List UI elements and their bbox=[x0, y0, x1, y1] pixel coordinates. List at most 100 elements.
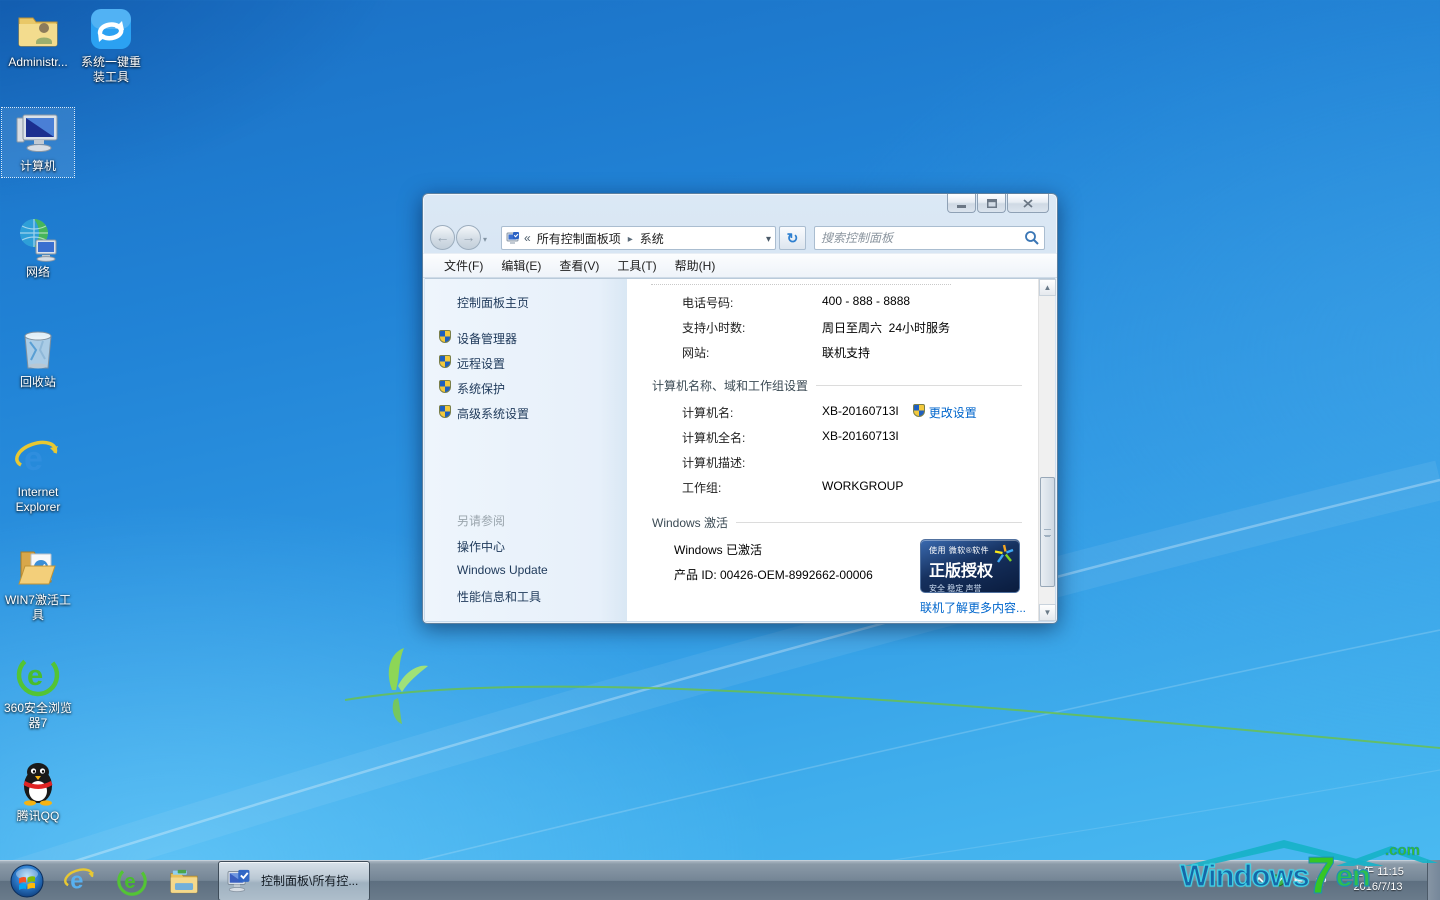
sidebar-system-protection[interactable]: 系统保护 bbox=[457, 380, 505, 397]
sidebar-performance-tools[interactable]: 性能信息和工具 bbox=[457, 588, 541, 605]
scroll-up-button[interactable]: ▲ bbox=[1039, 279, 1056, 296]
windows-activation-section-header: Windows 激活 bbox=[652, 514, 1022, 531]
genuine-star-icon bbox=[993, 543, 1015, 565]
forward-button[interactable]: → bbox=[456, 225, 481, 250]
desktop-icon-label: 回收站 bbox=[2, 375, 74, 390]
menu-file[interactable]: 文件(F) bbox=[435, 254, 492, 277]
uac-shield-icon bbox=[439, 330, 452, 344]
taskbar-internet-explorer[interactable]: e bbox=[54, 861, 106, 900]
windows-start-orb-icon bbox=[10, 864, 44, 898]
menu-view[interactable]: 查看(V) bbox=[550, 254, 608, 277]
breadcrumb-current[interactable]: 系统 bbox=[638, 230, 666, 247]
sidebar-windows-update[interactable]: Windows Update bbox=[457, 563, 548, 577]
info-row-description: 计算机描述: bbox=[682, 454, 822, 471]
security-shield-tray-icon[interactable] bbox=[1272, 873, 1286, 887]
menu-tools[interactable]: 工具(T) bbox=[608, 254, 665, 277]
sidebar-device-manager[interactable]: 设备管理器 bbox=[457, 330, 517, 347]
product-id-row: 产品 ID: 00426-OEM-8992662-00006 bbox=[674, 566, 873, 583]
info-row-website: 网站: 联机支持 bbox=[682, 344, 870, 361]
row-value: XB-20160713I bbox=[822, 404, 899, 421]
row-value: 周日至周六 24小时服务 bbox=[822, 319, 950, 336]
desktop-icon-label: WIN7激活工具 bbox=[2, 593, 74, 623]
window-controls bbox=[946, 194, 1049, 213]
menu-edit[interactable]: 编辑(E) bbox=[492, 254, 550, 277]
info-row-phone: 电话号码: 400 - 888 - 8888 bbox=[682, 294, 910, 311]
system-window: ← → ▾ 所有控制面板项 系统 文件(F) 编辑(E) 查看(V) 工具(T)… bbox=[422, 193, 1058, 624]
explorer-folder-icon bbox=[168, 865, 200, 897]
sidebar-control-panel-home[interactable]: 控制面板主页 bbox=[457, 294, 529, 311]
scroll-down-button[interactable]: ▼ bbox=[1039, 604, 1056, 621]
section-title: 计算机名称、域和工作组设置 bbox=[652, 377, 808, 394]
sidebar-action-center[interactable]: 操作中心 bbox=[457, 538, 505, 555]
recycle-bin-icon bbox=[15, 326, 61, 372]
refresh-button[interactable] bbox=[779, 226, 806, 250]
start-button[interactable] bbox=[0, 861, 54, 900]
sidebar-remote-settings[interactable]: 远程设置 bbox=[457, 355, 505, 372]
search-input[interactable] bbox=[815, 231, 1022, 245]
genuine-software-badge[interactable]: 使用 微软®软件 正版授权 安全 稳定 声誉 bbox=[920, 539, 1020, 593]
vertical-scrollbar[interactable]: ▲ ▼ bbox=[1038, 279, 1055, 621]
close-button[interactable] bbox=[1007, 194, 1049, 213]
address-bar[interactable]: 所有控制面板项 系统 bbox=[501, 226, 776, 250]
desktop-icon-recycle-bin[interactable]: 回收站 bbox=[2, 326, 74, 390]
desktop-icon-reinstall-tool[interactable]: 系统一键重装工具 bbox=[76, 6, 146, 85]
uac-shield-icon bbox=[439, 380, 452, 394]
breadcrumb-arrow-icon[interactable] bbox=[623, 231, 638, 245]
address-dropdown-icon[interactable] bbox=[766, 231, 771, 245]
menu-bar: 文件(F) 编辑(E) 查看(V) 工具(T) 帮助(H) bbox=[423, 253, 1057, 278]
desktop-icon-internet-explorer[interactable]: e Internet Explorer bbox=[2, 436, 74, 515]
maximize-button[interactable] bbox=[977, 194, 1006, 213]
row-value: WORKGROUP bbox=[822, 479, 903, 496]
breadcrumb-overflow-icon[interactable] bbox=[520, 231, 535, 245]
active-task-control-panel[interactable]: 控制面板\所有控... bbox=[218, 861, 370, 900]
row-label: 支持小时数: bbox=[682, 319, 822, 336]
maximize-icon bbox=[987, 199, 997, 208]
desktop-icon-win7-activation-tool[interactable]: WIN7激活工具 bbox=[2, 544, 74, 623]
network-tray-icon[interactable] bbox=[1293, 873, 1307, 887]
window-client-area: 控制面板主页 设备管理器 远程设置 系统保护 高级系统设置 另请参阅 操作中心 … bbox=[425, 278, 1055, 621]
desktop-icon-label: 计算机 bbox=[2, 159, 74, 174]
desktop: { "desktop": { "icons": [ { "label": "Ad… bbox=[0, 0, 1440, 900]
back-button[interactable]: ← bbox=[430, 225, 455, 250]
volume-tray-icon[interactable] bbox=[1314, 873, 1328, 887]
360-browser-icon: e bbox=[15, 652, 61, 698]
menu-help[interactable]: 帮助(H) bbox=[666, 254, 725, 277]
row-label: 网站: bbox=[682, 344, 822, 361]
online-support-link[interactable]: 联机支持 bbox=[822, 344, 870, 361]
search-icon[interactable] bbox=[1022, 228, 1042, 248]
change-settings-link[interactable]: 更改设置 bbox=[929, 404, 977, 421]
activation-status-row: Windows 已激活 bbox=[674, 541, 762, 558]
taskbar-explorer[interactable] bbox=[158, 861, 210, 900]
win7-activation-tool-icon bbox=[15, 544, 61, 590]
taskbar-clock[interactable]: 上午 11:15 2016/7/13 bbox=[1332, 860, 1424, 900]
sidebar-see-also-header: 另请参阅 bbox=[457, 512, 505, 529]
close-icon bbox=[1023, 199, 1033, 208]
hidden-icons-chevron-icon[interactable] bbox=[1253, 874, 1265, 886]
minimize-button[interactable] bbox=[947, 194, 976, 213]
network-icon bbox=[15, 216, 61, 262]
clipped-scrolled-text bbox=[651, 279, 951, 285]
row-label: 电话号码: bbox=[682, 294, 822, 311]
desktop-icon-label: 360安全浏览器7 bbox=[2, 701, 74, 731]
recent-pages-dropdown-icon[interactable]: ▾ bbox=[483, 235, 487, 244]
scrollbar-thumb[interactable] bbox=[1040, 477, 1055, 587]
navigation-bar: ← → ▾ 所有控制面板项 系统 bbox=[423, 223, 1057, 253]
window-titlebar[interactable] bbox=[423, 194, 1057, 223]
reinstall-tool-icon bbox=[88, 6, 134, 52]
section-rule bbox=[816, 385, 1022, 386]
desktop-icon-network[interactable]: 网络 bbox=[2, 216, 74, 280]
active-task-label: 控制面板\所有控... bbox=[261, 872, 358, 889]
row-label: 计算机描述: bbox=[682, 454, 822, 471]
desktop-icon-label: 腾讯QQ bbox=[2, 809, 74, 824]
show-desktop-button[interactable] bbox=[1427, 860, 1440, 900]
learn-more-link[interactable]: 联机了解更多内容... bbox=[920, 599, 1026, 616]
desktop-icon-administrator[interactable]: Administr... bbox=[2, 6, 74, 70]
sidebar-advanced-settings[interactable]: 高级系统设置 bbox=[457, 405, 529, 422]
breadcrumb-root[interactable]: 所有控制面板项 bbox=[535, 230, 623, 247]
clock-time: 上午 11:15 bbox=[1332, 865, 1424, 880]
row-value: 400 - 888 - 8888 bbox=[822, 294, 910, 311]
taskbar-360-browser[interactable]: e bbox=[106, 861, 158, 900]
desktop-icon-tencent-qq[interactable]: 腾讯QQ bbox=[2, 760, 74, 824]
desktop-icon-computer[interactable]: 计算机 bbox=[2, 108, 74, 177]
desktop-icon-360-browser[interactable]: e 360安全浏览器7 bbox=[2, 652, 74, 731]
